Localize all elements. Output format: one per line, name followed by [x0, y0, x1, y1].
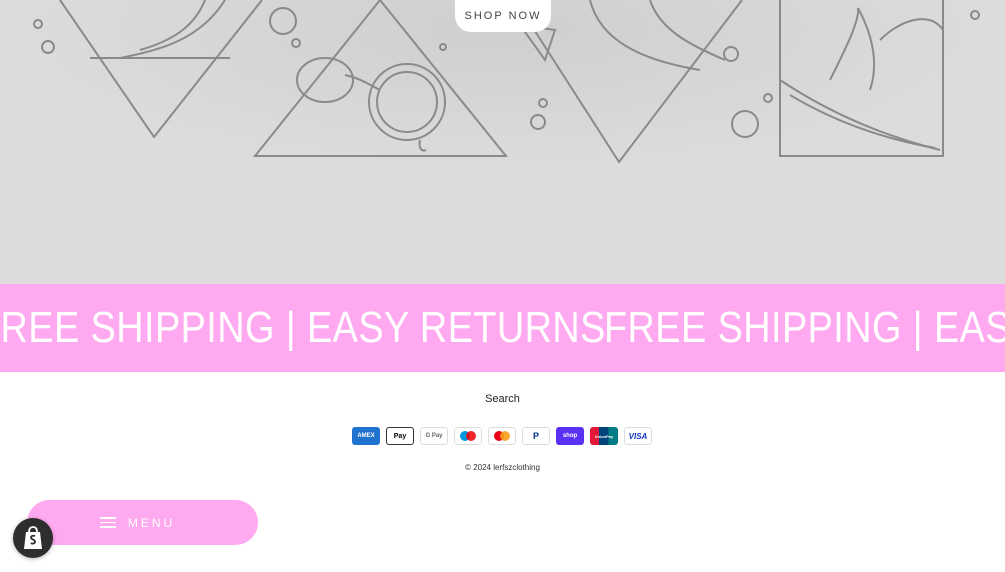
paypal-label: P — [532, 431, 539, 441]
hamburger-icon — [99, 517, 116, 528]
maestro-icon — [454, 427, 482, 445]
mastercard-circles — [494, 431, 510, 441]
menu-label: MENU — [127, 515, 176, 530]
google-pay-icon: G Pay — [420, 427, 448, 445]
copyright-text: © 2024 lerfszclothing — [465, 463, 540, 472]
shop-now-button[interactable]: SHOP NOW — [455, 0, 551, 32]
visa-label: VISA — [628, 431, 648, 441]
marquee-track: FREE SHIPPING | EASY RETURNS FREE SHIPPI… — [0, 284, 1005, 372]
amex-icon: AMEX — [352, 427, 380, 445]
apple-pay-label: Pay — [393, 432, 407, 440]
mastercard-icon — [488, 427, 516, 445]
paypal-icon: P — [522, 427, 550, 445]
footer-search-link[interactable]: Search — [485, 393, 520, 405]
shopify-bag-icon[interactable] — [13, 518, 53, 558]
announcement-marquee: FREE SHIPPING | EASY RETURNS FREE SHIPPI… — [0, 284, 1005, 372]
shopify-bag-glyph — [24, 526, 42, 549]
shop-pay-icon: shop — [556, 427, 584, 445]
payment-icons: AMEX Pay G Pay P shop UnionPay VISA — [352, 427, 652, 445]
maestro-circles — [460, 431, 476, 441]
hero-illustration — [0, 0, 1005, 284]
marquee-text: FREE SHIPPING | EASY RETURNS — [604, 303, 1005, 352]
marquee-text: FREE SHIPPING | EASY RETURNS — [0, 303, 606, 352]
shop-pay-label: shop — [562, 433, 578, 439]
visa-icon: VISA — [624, 427, 652, 445]
unionpay-label: UnionPay — [594, 433, 614, 439]
footer-links: Search — [0, 389, 1005, 407]
unionpay-icon: UnionPay — [590, 427, 618, 445]
menu-button[interactable]: MENU — [27, 500, 258, 545]
apple-pay-icon: Pay — [386, 427, 414, 445]
amex-label: AMEX — [357, 433, 375, 439]
hero-banner: SHOP NOW — [0, 0, 1005, 284]
google-pay-label: G Pay — [425, 433, 443, 439]
